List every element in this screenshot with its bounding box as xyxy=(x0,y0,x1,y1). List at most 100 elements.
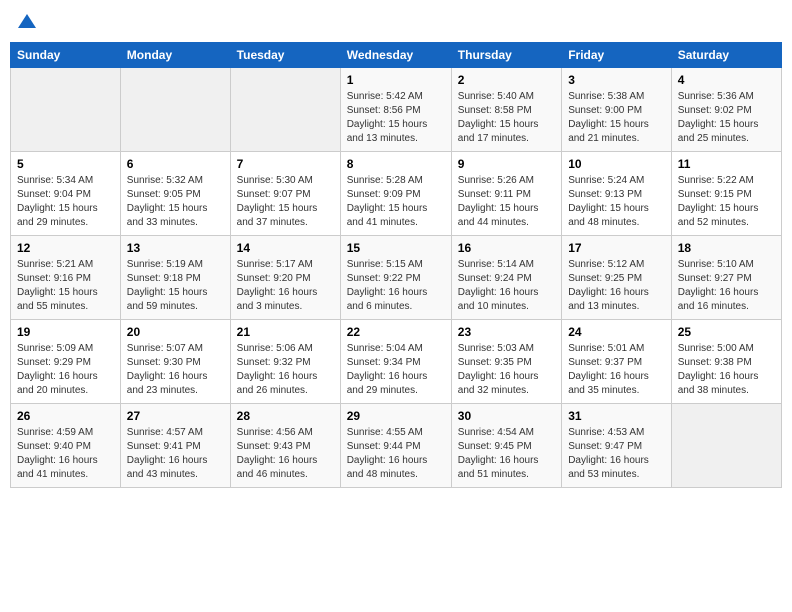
day-number: 25 xyxy=(678,325,775,339)
table-row: 29 Sunrise: 4:55 AM Sunset: 9:44 PM Dayli… xyxy=(340,404,451,488)
logo xyxy=(16,14,36,30)
table-row: 15 Sunrise: 5:15 AM Sunset: 9:22 PM Dayli… xyxy=(340,236,451,320)
day-number: 26 xyxy=(17,409,114,423)
day-number: 22 xyxy=(347,325,445,339)
day-number: 31 xyxy=(568,409,665,423)
day-number: 12 xyxy=(17,241,114,255)
table-row: 31 Sunrise: 4:53 AM Sunset: 9:47 PM Dayli… xyxy=(562,404,672,488)
table-row: 28 Sunrise: 4:56 AM Sunset: 9:43 PM Dayli… xyxy=(230,404,340,488)
header-sunday: Sunday xyxy=(11,43,121,68)
day-info: Sunrise: 5:15 AM Sunset: 9:22 PM Dayligh… xyxy=(347,258,445,314)
day-info: Sunrise: 5:32 AM Sunset: 9:05 PM Dayligh… xyxy=(127,174,224,230)
day-info: Sunrise: 4:56 AM Sunset: 9:43 PM Dayligh… xyxy=(237,426,334,482)
header-tuesday: Tuesday xyxy=(230,43,340,68)
header-friday: Friday xyxy=(562,43,672,68)
calendar-table: Sunday Monday Tuesday Wednesday Thursday… xyxy=(10,42,782,488)
day-info: Sunrise: 5:42 AM Sunset: 8:56 PM Dayligh… xyxy=(347,90,445,146)
day-number: 27 xyxy=(127,409,224,423)
day-info: Sunrise: 5:40 AM Sunset: 8:58 PM Dayligh… xyxy=(458,90,555,146)
table-row: 11 Sunrise: 5:22 AM Sunset: 9:15 PM Dayli… xyxy=(671,152,781,236)
day-number: 6 xyxy=(127,157,224,171)
table-row: 21 Sunrise: 5:06 AM Sunset: 9:32 PM Dayli… xyxy=(230,320,340,404)
day-info: Sunrise: 4:59 AM Sunset: 9:40 PM Dayligh… xyxy=(17,426,114,482)
table-row: 1 Sunrise: 5:42 AM Sunset: 8:56 PM Daylig… xyxy=(340,68,451,152)
day-number: 13 xyxy=(127,241,224,255)
header-wednesday: Wednesday xyxy=(340,43,451,68)
table-row: 19 Sunrise: 5:09 AM Sunset: 9:29 PM Dayli… xyxy=(11,320,121,404)
calendar-header: Sunday Monday Tuesday Wednesday Thursday… xyxy=(11,43,782,68)
day-number: 14 xyxy=(237,241,334,255)
table-row: 6 Sunrise: 5:32 AM Sunset: 9:05 PM Daylig… xyxy=(120,152,230,236)
day-info: Sunrise: 5:06 AM Sunset: 9:32 PM Dayligh… xyxy=(237,342,334,398)
day-info: Sunrise: 5:04 AM Sunset: 9:34 PM Dayligh… xyxy=(347,342,445,398)
table-row: 26 Sunrise: 4:59 AM Sunset: 9:40 PM Dayli… xyxy=(11,404,121,488)
header-monday: Monday xyxy=(120,43,230,68)
table-row xyxy=(671,404,781,488)
table-row: 27Sunrise: 4:57 AM Sunset: 9:41 PM Dayli… xyxy=(120,404,230,488)
table-row: 22 Sunrise: 5:04 AM Sunset: 9:34 PM Dayli… xyxy=(340,320,451,404)
day-number: 17 xyxy=(568,241,665,255)
table-row: 3 Sunrise: 5:38 AM Sunset: 9:00 PM Daylig… xyxy=(562,68,672,152)
day-number: 7 xyxy=(237,157,334,171)
page-header xyxy=(10,10,782,34)
day-info: Sunrise: 5:14 AM Sunset: 9:24 PM Dayligh… xyxy=(458,258,555,314)
day-info: Sunrise: 5:01 AM Sunset: 9:37 PM Dayligh… xyxy=(568,342,665,398)
day-info: Sunrise: 5:10 AM Sunset: 9:27 PM Dayligh… xyxy=(678,258,775,314)
day-info: Sunrise: 5:36 AM Sunset: 9:02 PM Dayligh… xyxy=(678,90,775,146)
day-info: Sunrise: 5:22 AM Sunset: 9:15 PM Dayligh… xyxy=(678,174,775,230)
table-row: 23 Sunrise: 5:03 AM Sunset: 9:35 PM Dayli… xyxy=(451,320,561,404)
day-info: Sunrise: 5:09 AM Sunset: 9:29 PM Dayligh… xyxy=(17,342,114,398)
day-info: Sunrise: 5:21 AM Sunset: 9:16 PM Dayligh… xyxy=(17,258,114,314)
table-row: 5 Sunrise: 5:34 AM Sunset: 9:04 PM Daylig… xyxy=(11,152,121,236)
day-info: Sunrise: 5:17 AM Sunset: 9:20 PM Dayligh… xyxy=(237,258,334,314)
day-number: 3 xyxy=(568,73,665,87)
logo-triangle-icon xyxy=(18,12,36,30)
day-number: 20 xyxy=(127,325,224,339)
day-info: Sunrise: 5:03 AM Sunset: 9:35 PM Dayligh… xyxy=(458,342,555,398)
day-info: Sunrise: 5:07 AM Sunset: 9:30 PM Dayligh… xyxy=(127,342,224,398)
table-row: 12 Sunrise: 5:21 AM Sunset: 9:16 PM Dayli… xyxy=(11,236,121,320)
day-info: Sunrise: 4:53 AM Sunset: 9:47 PM Dayligh… xyxy=(568,426,665,482)
day-number: 21 xyxy=(237,325,334,339)
table-row: 17 Sunrise: 5:12 AM Sunset: 9:25 PM Dayli… xyxy=(562,236,672,320)
table-row: 7 Sunrise: 5:30 AM Sunset: 9:07 PM Daylig… xyxy=(230,152,340,236)
day-info: Sunrise: 5:30 AM Sunset: 9:07 PM Dayligh… xyxy=(237,174,334,230)
day-number: 19 xyxy=(17,325,114,339)
header-thursday: Thursday xyxy=(451,43,561,68)
table-row: 25Sunrise: 5:00 AM Sunset: 9:38 PM Dayli… xyxy=(671,320,781,404)
day-number: 15 xyxy=(347,241,445,255)
day-info: Sunrise: 4:55 AM Sunset: 9:44 PM Dayligh… xyxy=(347,426,445,482)
calendar-body: 1 Sunrise: 5:42 AM Sunset: 8:56 PM Daylig… xyxy=(11,68,782,488)
day-info: Sunrise: 5:28 AM Sunset: 9:09 PM Dayligh… xyxy=(347,174,445,230)
day-info: Sunrise: 5:24 AM Sunset: 9:13 PM Dayligh… xyxy=(568,174,665,230)
day-number: 11 xyxy=(678,157,775,171)
day-info: Sunrise: 4:54 AM Sunset: 9:45 PM Dayligh… xyxy=(458,426,555,482)
day-number: 16 xyxy=(458,241,555,255)
day-number: 29 xyxy=(347,409,445,423)
day-info: Sunrise: 5:12 AM Sunset: 9:25 PM Dayligh… xyxy=(568,258,665,314)
header-saturday: Saturday xyxy=(671,43,781,68)
table-row xyxy=(11,68,121,152)
table-row: 18 Sunrise: 5:10 AM Sunset: 9:27 PM Dayli… xyxy=(671,236,781,320)
day-number: 23 xyxy=(458,325,555,339)
table-row: 14 Sunrise: 5:17 AM Sunset: 9:20 PM Dayli… xyxy=(230,236,340,320)
table-row: 4 Sunrise: 5:36 AM Sunset: 9:02 PM Daylig… xyxy=(671,68,781,152)
day-info: Sunrise: 5:26 AM Sunset: 9:11 PM Dayligh… xyxy=(458,174,555,230)
day-info: Sunrise: 5:38 AM Sunset: 9:00 PM Dayligh… xyxy=(568,90,665,146)
table-row: 9Sunrise: 5:26 AM Sunset: 9:11 PM Daylig… xyxy=(451,152,561,236)
day-number: 5 xyxy=(17,157,114,171)
table-row: 16 Sunrise: 5:14 AM Sunset: 9:24 PM Dayli… xyxy=(451,236,561,320)
table-row: 8Sunrise: 5:28 AM Sunset: 9:09 PM Daylig… xyxy=(340,152,451,236)
day-info: Sunrise: 5:19 AM Sunset: 9:18 PM Dayligh… xyxy=(127,258,224,314)
table-row: 2 Sunrise: 5:40 AM Sunset: 8:58 PM Daylig… xyxy=(451,68,561,152)
table-row: 10Sunrise: 5:24 AM Sunset: 9:13 PM Dayli… xyxy=(562,152,672,236)
day-number: 2 xyxy=(458,73,555,87)
day-number: 28 xyxy=(237,409,334,423)
day-number: 18 xyxy=(678,241,775,255)
day-number: 30 xyxy=(458,409,555,423)
day-number: 1 xyxy=(347,73,445,87)
table-row: 20 Sunrise: 5:07 AM Sunset: 9:30 PM Dayli… xyxy=(120,320,230,404)
day-info: Sunrise: 5:34 AM Sunset: 9:04 PM Dayligh… xyxy=(17,174,114,230)
table-row: 30 Sunrise: 4:54 AM Sunset: 9:45 PM Dayli… xyxy=(451,404,561,488)
day-number: 4 xyxy=(678,73,775,87)
